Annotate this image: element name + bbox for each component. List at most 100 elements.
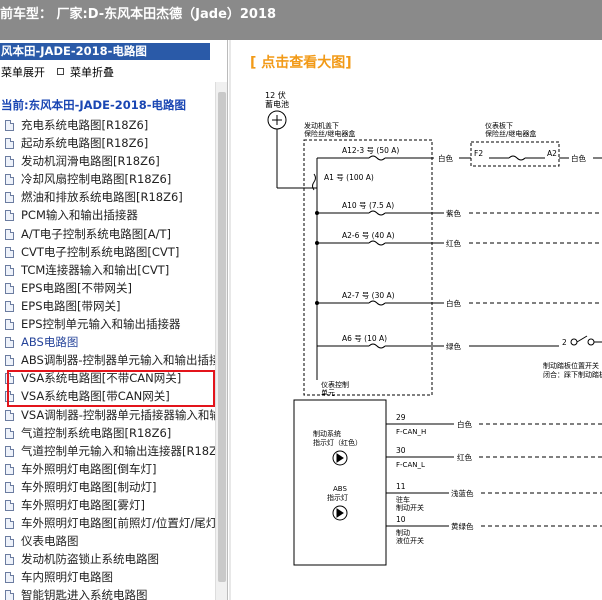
content-pane: [ 点击查看大图] 12 伏 蓄电池 发动机盖下 保险丝/继电器盒 A12-3 … — [229, 40, 602, 600]
dash-box-label-2: 保险丝/继电器盒 — [485, 129, 536, 138]
tree-item-label: TCM连接器输入和输出[CVT] — [21, 262, 170, 277]
wiring-diagram: 12 伏 蓄电池 发动机盖下 保险丝/继电器盒 A12-3 号 (50 A) 白… — [265, 90, 602, 566]
view-large-image-link[interactable]: [ 点击查看大图] — [250, 52, 352, 72]
parking-brake-label-1: 驻车 — [396, 495, 410, 504]
tree-item-label: 气道控制系统电路图[R18Z6] — [21, 425, 172, 440]
dash-fuse-box — [470, 141, 560, 167]
fuse-f2-label: F2 — [474, 149, 483, 158]
tree-item[interactable]: 冷却风扇控制电路图[R18Z6] — [0, 170, 215, 188]
tree-item-label: ABS调制器-控制器单元输入和输出插接器 — [21, 353, 215, 368]
tree-item-label: 车外照明灯电路图[前照灯/位置灯/尾灯] — [21, 516, 215, 531]
tree-item[interactable]: 仪表电路图 — [0, 532, 215, 550]
tree-item[interactable]: 气道控制系统电路图[R18Z6] — [0, 424, 215, 442]
document-icon — [5, 409, 14, 421]
brake-fluid-label-1: 制动 — [396, 528, 410, 537]
tree-item[interactable]: A/T电子控制系统电路图[A/T] — [0, 225, 215, 243]
document-icon — [5, 499, 14, 511]
tree-item-label: 车外照明灯电路图[制动灯] — [21, 479, 157, 494]
tree-item[interactable]: PCM输入和输出插接器 — [0, 206, 215, 224]
pin-10-label: 10 — [396, 515, 406, 524]
battery-label-2: 蓄电池 — [265, 99, 289, 109]
wire-color-white-2: 白色 — [571, 153, 586, 163]
collapse-icon — [57, 68, 64, 75]
tree-item-label: PCM输入和输出插接器 — [21, 208, 138, 223]
tree-item-label: 充电系统电路图[R18Z6] — [21, 118, 149, 132]
expand-menu-button[interactable]: 菜单展开 — [1, 64, 45, 80]
brake-fluid-label-2: 液位开关 — [396, 536, 424, 545]
tree-item[interactable]: 智能钥匙进入系统电路图 — [0, 586, 215, 600]
document-icon — [5, 337, 14, 349]
tree-item-label: 发动机润滑电路图[R18Z6] — [21, 154, 160, 169]
tree-item-label: 车内照明灯电路图 — [21, 570, 113, 585]
tree-item-label: 冷却风扇控制电路图[R18Z6] — [21, 172, 172, 187]
tree-item[interactable]: 发动机润滑电路图[R18Z6] — [0, 152, 215, 170]
gauge-unit-label-1: 仪表控制 — [321, 380, 349, 389]
wire-color-red-1: 红色 — [446, 238, 461, 248]
tree-item-selected[interactable]: ABS电路图 — [0, 333, 215, 351]
document-icon — [5, 174, 14, 186]
can-h-label: F-CAN_H — [396, 428, 426, 436]
document-icon — [5, 518, 14, 530]
document-icon — [5, 427, 14, 439]
tree-item-label: 气道控制单元输入和输出连接器[R18Z6] — [21, 443, 215, 458]
tree-item-label: VSA调制器-控制器单元插接器输入和输出 — [21, 407, 215, 422]
document-icon — [5, 536, 14, 548]
document-icon — [5, 138, 14, 150]
pin-30-label: 30 — [396, 446, 406, 455]
tree-item-label: 车外照明灯电路图[倒车灯] — [21, 461, 157, 476]
fuse-a10-label: A10 号 (7.5 A) — [342, 201, 394, 210]
document-icon — [5, 554, 14, 566]
document-icon — [5, 156, 14, 168]
tree-item-label: CVT电子控制系统电路图[CVT] — [21, 244, 180, 259]
fuse-a12-3-label: A12-3 号 (50 A) — [342, 146, 399, 155]
scrollbar-thumb[interactable] — [218, 92, 226, 582]
document-icon — [5, 120, 14, 131]
can-l-label: F-CAN_L — [396, 461, 425, 469]
pin-11-label: 11 — [396, 482, 406, 491]
fuse-a2-7-label: A2-7 号 (30 A) — [342, 291, 395, 300]
gauge-control-unit-box — [293, 399, 387, 566]
tree-item[interactable]: 车外照明灯电路图[制动灯] — [0, 478, 215, 496]
tree-item[interactable]: 发动机防盗锁止系统电路图 — [0, 550, 215, 568]
tree-item[interactable]: 车外照明灯电路图[前照灯/位置灯/尾灯] — [0, 514, 215, 532]
selection-highlight-box — [7, 370, 215, 407]
tree-item-label: EPS电路图[不带网关] — [21, 280, 132, 295]
tree-item[interactable]: 充电系统电路图[R18Z6] — [0, 116, 215, 134]
document-icon — [5, 572, 14, 584]
collapse-menu-button[interactable]: 菜单折叠 — [57, 64, 114, 80]
brake-system-light-label-1: 制动系统 — [313, 429, 341, 438]
tree-item[interactable]: ABS调制器-控制器单元输入和输出插接器 — [0, 351, 215, 369]
tree-item[interactable]: EPS控制单元输入和输出插接器 — [0, 315, 215, 333]
wire-color-lightgreen: 浅蓝色 — [451, 488, 474, 498]
underhood-box-label-1: 发动机盖下 — [304, 121, 339, 130]
tree-item[interactable]: 车外照明灯电路图[倒车灯] — [0, 460, 215, 478]
tree-item-label: 发动机防盗锁止系统电路图 — [21, 552, 159, 567]
abs-light-label-1: ABS — [333, 485, 347, 493]
tree-item[interactable]: 车内照明灯电路图 — [0, 568, 215, 586]
tree-item[interactable]: 燃油和排放系统电路图[R18Z6] — [0, 188, 215, 206]
dash-box-label-1: 仪表板下 — [485, 121, 513, 130]
collapse-menu-label: 菜单折叠 — [70, 66, 114, 79]
tree-item-label: 智能钥匙进入系统电路图 — [21, 588, 148, 600]
wire-color-purple: 紫色 — [446, 208, 461, 218]
tree-item[interactable]: 气道控制单元输入和输出连接器[R18Z6] — [0, 442, 215, 460]
document-icon — [5, 192, 14, 204]
current-location: 当前:东风本田-JADE-2018-电路图 — [1, 98, 187, 112]
window-title: 前车型： 厂家:D-东风本田杰德（Jade）2018 — [0, 7, 277, 22]
tree-item[interactable]: 车外照明灯电路图[雾灯] — [0, 496, 215, 514]
parking-brake-label-2: 制动开关 — [396, 503, 424, 512]
sidebar: 风本田-JADE-2018-电路图 菜单展开 菜单折叠 当前:东风本田-JADE… — [0, 40, 228, 600]
tree-item[interactable]: TCM连接器输入和输出[CVT] — [0, 261, 215, 279]
tree-item[interactable]: VSA调制器-控制器单元插接器输入和输出 — [0, 406, 215, 424]
abs-light-label-2: 指示灯 — [327, 493, 348, 502]
tree-item[interactable]: 起动系统电路图[R18Z6] — [0, 134, 215, 152]
sidebar-scrollbar[interactable] — [215, 82, 227, 600]
tree-item[interactable]: EPS电路图[不带网关] — [0, 279, 215, 297]
tree-item[interactable]: EPS电路图[带网关] — [0, 297, 215, 315]
document-icon — [5, 319, 14, 331]
document-icon — [5, 246, 14, 258]
underhood-box-label-2: 保险丝/继电器盒 — [304, 129, 355, 138]
fuse-a1-label: A1 号 (100 A) — [324, 173, 374, 182]
tree-item[interactable]: CVT电子控制系统电路图[CVT] — [0, 243, 215, 261]
window-title-bar: 前车型： 厂家:D-东风本田杰德（Jade）2018 — [0, 0, 602, 40]
